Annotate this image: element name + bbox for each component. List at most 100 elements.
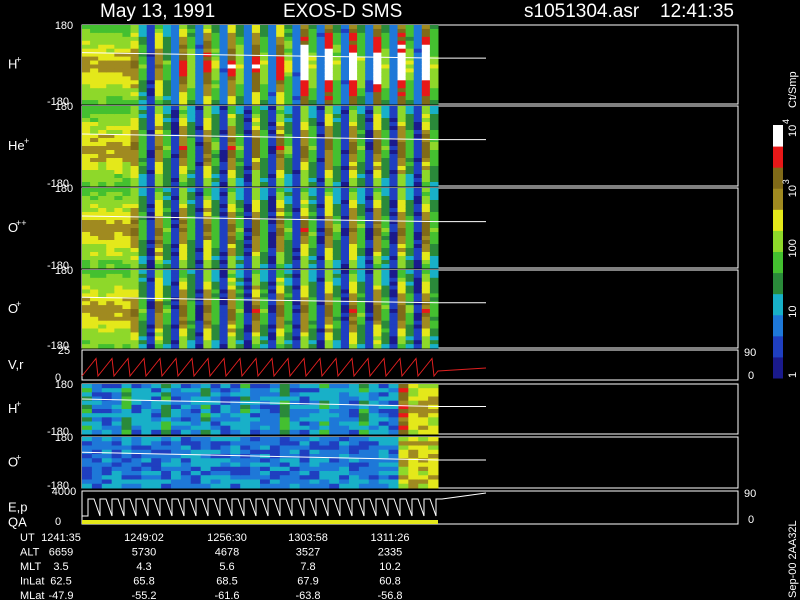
heat-cell: [268, 72, 277, 77]
heat-cell: [138, 68, 148, 73]
heat-cell: [260, 122, 269, 127]
heat-cell: [220, 471, 231, 476]
heat-cell: [200, 429, 212, 435]
heat-cell: [365, 84, 374, 89]
heat-cell: [429, 80, 439, 85]
heat-cell: [405, 248, 415, 253]
heat-cell: [211, 240, 221, 245]
heat-cell: [187, 84, 196, 89]
heat-cell: [308, 158, 318, 163]
heat-cell: [138, 162, 148, 167]
heat-cell: [324, 281, 334, 287]
heat-cell: [203, 114, 212, 119]
heat-cell: [279, 475, 291, 480]
heat-cell: [299, 471, 310, 476]
heat-cell: [82, 466, 93, 472]
heat-cell: [82, 454, 93, 459]
heat-cell: [289, 441, 301, 446]
heat-cell: [227, 332, 237, 337]
heat-cell: [130, 146, 140, 151]
heat-cell: [308, 312, 318, 318]
heat-cell: [187, 256, 196, 261]
heat-cell: [130, 224, 140, 229]
heat-cell: [428, 413, 439, 418]
heat-cell: [187, 285, 196, 290]
heat-cell: [332, 277, 342, 283]
heat-cell: [179, 100, 188, 105]
heat-cell: [162, 200, 172, 205]
heat-cell: [289, 404, 301, 410]
heat-cell: [180, 392, 192, 397]
heat-cell: [408, 437, 419, 442]
heat-cell: [397, 126, 407, 131]
heat-cell: [251, 332, 261, 337]
heat-cell: [308, 301, 318, 306]
heat-cell: [418, 409, 429, 414]
heat-cell: [114, 154, 123, 159]
heat-cell: [98, 340, 107, 345]
heat-cell: [309, 392, 320, 397]
heat-cell: [154, 270, 164, 275]
heat-cell: [405, 252, 415, 257]
heat-cell: [162, 232, 172, 237]
heat-cell: [235, 244, 245, 249]
heat-cell: [349, 270, 358, 275]
heat-cell: [268, 273, 277, 279]
heat-cell: [243, 25, 253, 30]
heat-cell: [111, 425, 123, 431]
heat-cell: [243, 340, 253, 345]
heat-cell: [82, 429, 93, 435]
heat-cell: [243, 166, 253, 171]
heat-cell: [121, 475, 132, 480]
heat-cell: [114, 224, 123, 229]
heat-cell: [106, 240, 115, 245]
heat-cell: [421, 174, 431, 179]
heat-cell: [276, 297, 285, 302]
heat-cell: [82, 340, 91, 345]
heat-cell: [219, 332, 229, 337]
heat-cell: [114, 60, 123, 65]
heat-cell: [429, 166, 439, 171]
colorbar-tick: 10: [787, 125, 799, 137]
heat-cell: [200, 396, 212, 402]
heat-cell: [397, 32, 407, 38]
heat-cell: [210, 421, 221, 427]
heat-cell: [316, 68, 326, 73]
heat-cell: [220, 479, 231, 485]
heat-cell: [154, 224, 164, 229]
heat-cell: [357, 182, 366, 187]
heat-cell: [381, 96, 390, 101]
heat-cell: [389, 228, 399, 233]
heat-cell: [357, 80, 366, 85]
heat-cell: [146, 76, 156, 81]
heat-cell: [388, 400, 399, 406]
heat-cell: [230, 437, 241, 442]
heat-cell: [413, 150, 423, 155]
heat-cell: [235, 236, 245, 241]
heat-cell: [429, 240, 439, 245]
heat-cell: [260, 138, 269, 143]
heat-cell: [316, 270, 326, 275]
heat-cell: [179, 236, 188, 241]
heat-cell: [329, 483, 340, 489]
heat-cell: [388, 429, 399, 435]
heat-cell: [373, 106, 382, 111]
heat-cell: [227, 273, 237, 279]
heat-cell: [121, 392, 132, 397]
heat-cell: [131, 417, 142, 422]
panel-group: 180-180H+180-180He +180-180O++180-180O+25…: [8, 20, 756, 530]
heat-cell: [179, 297, 188, 302]
heat-cell: [106, 196, 115, 201]
heat-cell: [219, 285, 229, 290]
heat-cell: [319, 441, 330, 446]
heat-cell: [122, 281, 132, 287]
heat-cell: [243, 320, 253, 326]
heat-cell: [111, 466, 123, 472]
heat-cell: [122, 344, 132, 349]
heat-cell: [179, 301, 188, 306]
heat-cell: [429, 174, 439, 179]
heat-cell: [187, 106, 196, 111]
heat-cell: [381, 28, 390, 34]
heat-cell: [122, 96, 132, 101]
heat-cell: [122, 285, 132, 290]
